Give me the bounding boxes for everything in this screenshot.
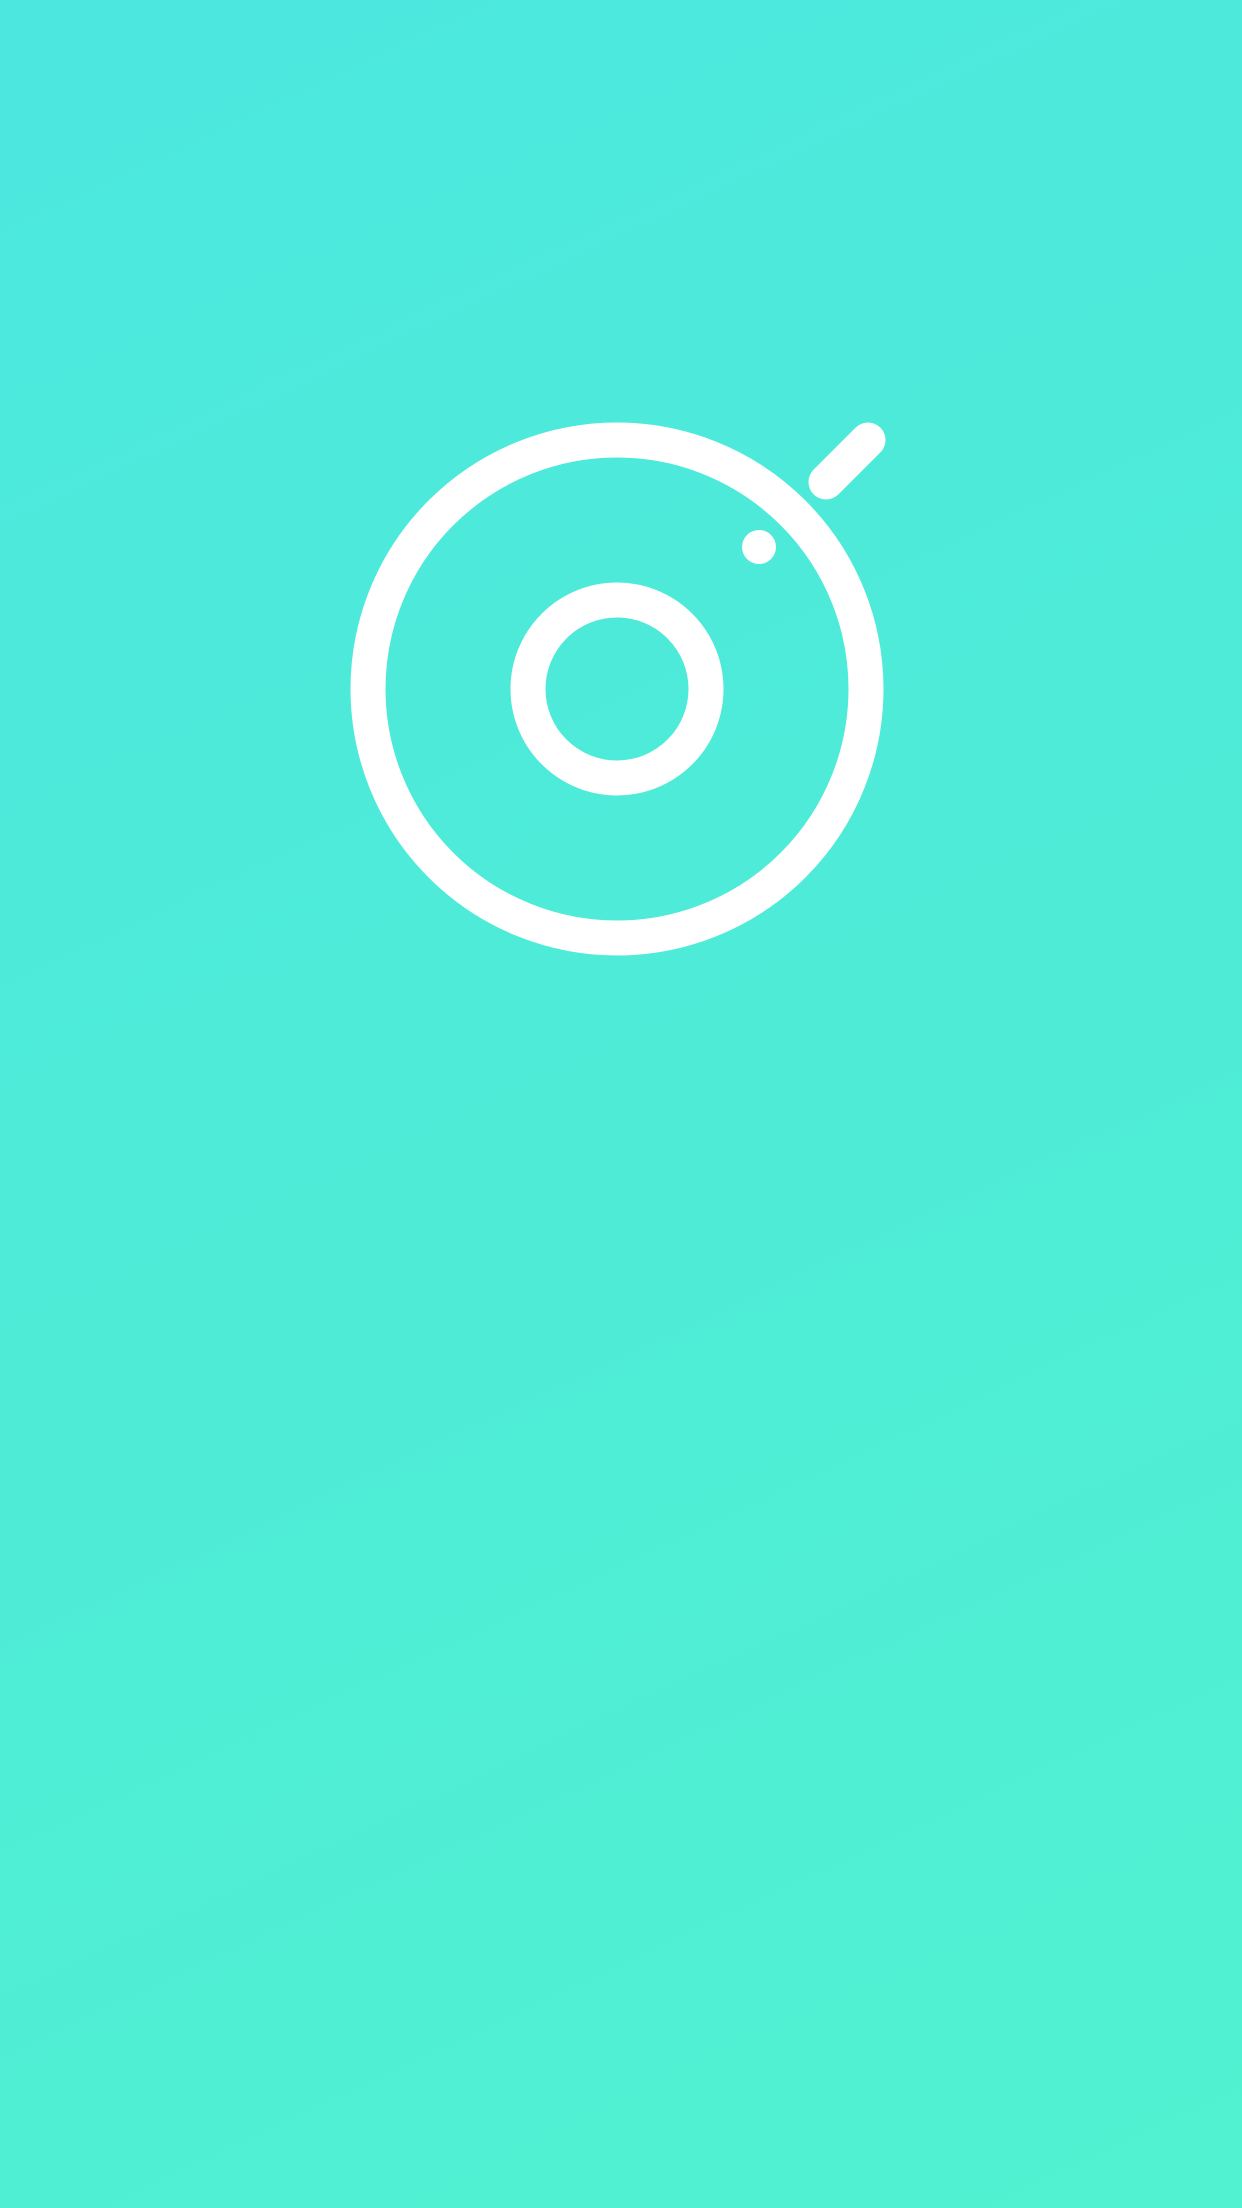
flash-mark <box>808 422 886 500</box>
camera-lens-icon <box>350 422 886 956</box>
inner-ring <box>510 582 724 796</box>
splash-screen <box>0 0 1242 2208</box>
outer-ring <box>350 422 884 956</box>
sensor-dot <box>742 530 776 564</box>
app-logo <box>0 0 1242 2208</box>
